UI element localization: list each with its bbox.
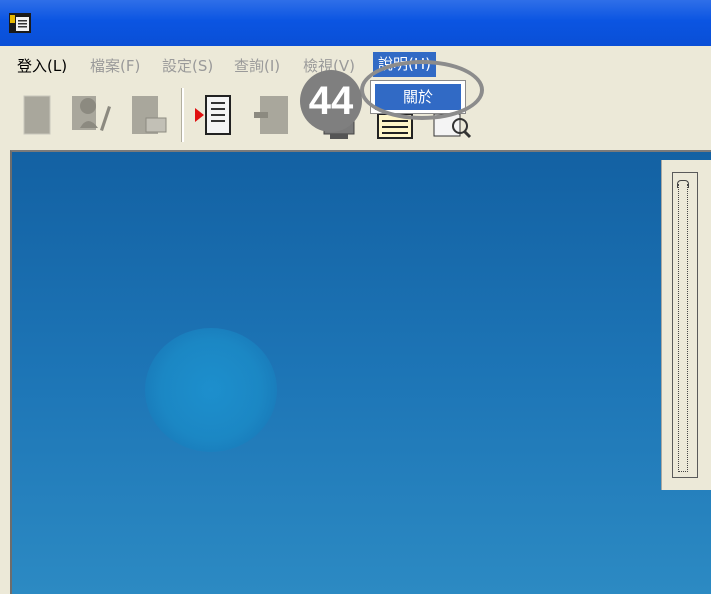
step-number-badge: 44 <box>300 70 362 132</box>
toolbar-button-open[interactable] <box>190 88 244 142</box>
toolbar-button-document[interactable] <box>12 88 66 142</box>
menu-settings[interactable]: 設定(S) <box>162 55 213 77</box>
toolbar-button-back[interactable] <box>248 88 302 142</box>
vertical-slider-handle[interactable] <box>677 180 689 188</box>
app-icon[interactable] <box>9 13 31 33</box>
document-icon <box>23 95 51 135</box>
vertical-slider-track[interactable] <box>678 184 688 472</box>
toolbar-button-print[interactable] <box>122 88 176 142</box>
menu-file[interactable]: 檔案(F) <box>90 55 140 77</box>
toolbar-separator <box>181 88 184 142</box>
background-glow <box>145 328 277 452</box>
document-print-icon <box>132 96 167 134</box>
main-workspace <box>10 150 711 594</box>
user-edit-icon <box>72 96 111 131</box>
title-bar <box>0 0 711 46</box>
toolbar-button-user-edit[interactable] <box>66 88 120 142</box>
menu-query[interactable]: 查詢(I) <box>234 55 280 77</box>
document-back-icon <box>254 96 288 134</box>
highlight-ring <box>360 60 484 120</box>
document-arrow-icon <box>195 95 231 135</box>
menu-login[interactable]: 登入(L) <box>17 55 67 77</box>
